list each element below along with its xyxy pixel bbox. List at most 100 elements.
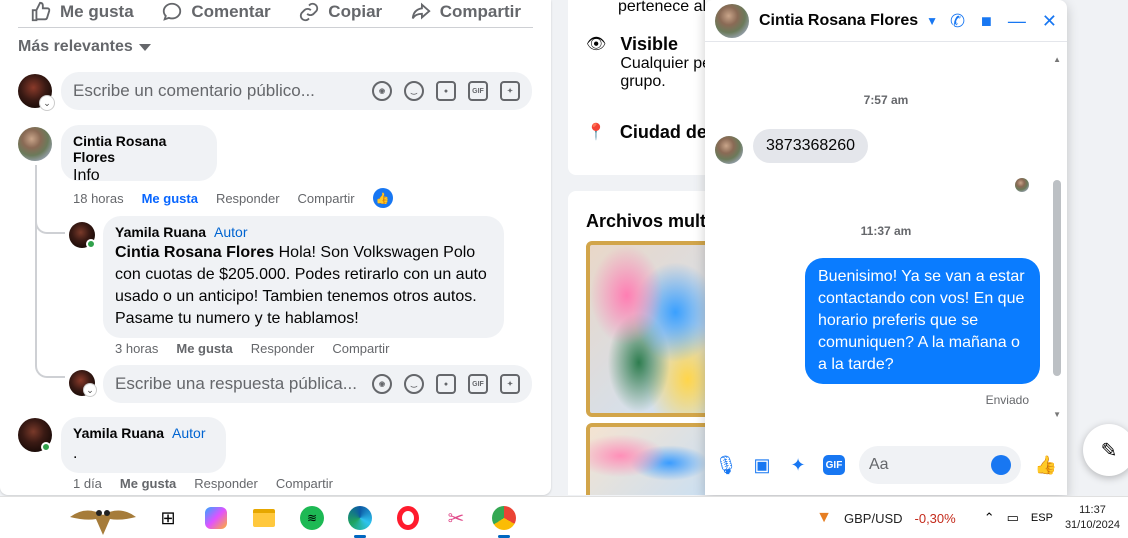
link-icon <box>300 2 319 21</box>
task-view-icon[interactable]: ⊞ <box>150 500 186 536</box>
replier-name[interactable]: Yamila Ruana <box>115 224 206 240</box>
system-tray: ▼ GBP/USD -0,30% ⌃ ▭ ESP 11:37 31/10/202… <box>816 497 1120 538</box>
comment-reply-button[interactable]: Responder <box>194 476 258 491</box>
camera-icon[interactable]: ● <box>436 81 456 101</box>
sticker-icon[interactable]: ✦ <box>787 454 809 476</box>
contact-avatar-small[interactable] <box>715 136 743 164</box>
phone-icon[interactable]: ✆ <box>950 12 965 30</box>
message-input[interactable]: Aa <box>859 446 1021 484</box>
avatar-sticker-icon[interactable]: ◉ <box>372 81 392 101</box>
scroll-up-arrow-icon[interactable]: ▲ <box>1053 55 1061 64</box>
clock-time: 11:37 <box>1079 504 1106 516</box>
contact-name[interactable]: Cintia Rosana Flores <box>759 12 918 30</box>
emoji-icon[interactable] <box>991 455 1011 475</box>
network-icon[interactable]: ▭ <box>1007 510 1019 526</box>
author-badge: Autor <box>214 224 248 240</box>
sticker-icon[interactable]: ✦ <box>500 374 520 394</box>
chat-header[interactable]: Cintia Rosana Flores ▼ ✆ ■ — ✕ <box>705 0 1067 42</box>
comment-share-button[interactable]: Compartir <box>276 476 333 491</box>
about-visible-row: 👁 Visible Cualquier pe grupo. <box>586 34 711 91</box>
like-action-button[interactable]: Me gusta <box>30 1 134 23</box>
gif-icon[interactable]: GIF <box>468 81 488 101</box>
outgoing-message[interactable]: Buenisimo! Ya se van a estar contactando… <box>805 258 1040 384</box>
group-about-card: pertenece al 👁 Visible Cualquier pe grup… <box>568 0 728 175</box>
incoming-message[interactable]: 3873368260 <box>753 129 868 163</box>
opera-icon[interactable] <box>390 500 426 536</box>
media-photo[interactable] <box>586 423 716 495</box>
reply-input[interactable]: Escribe una respuesta pública... ◉ ‿ ● G… <box>103 365 532 403</box>
chrome-icon[interactable] <box>486 500 522 538</box>
share-action-label: Compartir <box>439 1 521 21</box>
thread-connector <box>35 216 65 234</box>
camera-icon[interactable]: ● <box>436 374 456 394</box>
video-call-icon[interactable]: ■ <box>981 12 992 30</box>
comment-like-button[interactable]: Me gusta <box>120 476 176 491</box>
contact-avatar[interactable] <box>715 4 749 38</box>
new-message-button[interactable]: ✎ <box>1083 424 1128 476</box>
comment-reply-button[interactable]: Responder <box>216 191 280 206</box>
comment-time[interactable]: 1 día <box>73 476 102 491</box>
microphone-icon[interactable]: 🎙 <box>715 454 738 476</box>
share-icon <box>411 2 431 20</box>
reply-reply-button[interactable]: Responder <box>251 341 315 356</box>
online-status-dot <box>86 239 96 249</box>
gif-icon[interactable]: GIF <box>468 374 488 394</box>
avatar-sticker-icon[interactable]: ◉ <box>372 374 392 394</box>
language-indicator[interactable]: ESP <box>1031 512 1053 524</box>
copy-action-button[interactable]: Copiar <box>298 1 382 23</box>
commenter-name[interactable]: Yamila Ruana <box>73 425 164 441</box>
message-input-placeholder: Aa <box>869 456 889 473</box>
comment-bubble: Yamila Ruana Autor . <box>61 417 226 473</box>
mention-link[interactable]: Cintia Rosana Flores <box>115 244 274 261</box>
owl-wallpaper-widget[interactable] <box>68 499 138 537</box>
comment-input[interactable]: Escribe un comentario público... ◉ ‿ ● G… <box>61 72 532 110</box>
comment-sort-dropdown[interactable]: Más relevantes <box>18 38 151 56</box>
emoji-icon[interactable]: ‿ <box>404 374 424 394</box>
chevron-down-icon[interactable]: ▼ <box>926 14 938 28</box>
stock-ticker-name[interactable]: GBP/USD <box>844 511 903 526</box>
media-card: Archivos multi <box>568 191 728 495</box>
stock-ticker-value[interactable]: -0,30% <box>915 511 956 526</box>
compose-icon: ✎ <box>1100 439 1118 462</box>
about-privacy-row: pertenece al <box>586 0 706 16</box>
chevron-up-icon[interactable]: ⌃ <box>984 510 995 526</box>
commenter-name[interactable]: Cintia Rosana Flores <box>73 133 205 165</box>
thumbs-up-icon[interactable]: 👍 <box>1035 454 1057 476</box>
chevron-down-icon[interactable]: ⌄ <box>40 96 54 110</box>
chat-scrollbar[interactable] <box>1053 180 1061 376</box>
like-reaction-icon[interactable]: 👍 <box>372 188 393 208</box>
message-timestamp: 7:57 am <box>863 93 909 107</box>
copilot-icon[interactable] <box>198 500 234 536</box>
commenter-avatar[interactable] <box>18 127 52 161</box>
reply-like-button[interactable]: Me gusta <box>176 341 232 356</box>
comment-text: Info <box>73 167 100 184</box>
media-title: Archivos multi <box>586 211 712 231</box>
about-text: pertenece al <box>618 0 707 15</box>
close-icon[interactable]: ✕ <box>1042 12 1057 30</box>
comment-share-button[interactable]: Compartir <box>298 191 355 206</box>
chevron-down-icon[interactable]: ⌄ <box>84 384 96 396</box>
reply-time[interactable]: 3 horas <box>115 341 158 356</box>
share-action-button[interactable]: Compartir <box>410 1 521 23</box>
edge-browser-icon[interactable] <box>342 500 378 538</box>
visible-text-line2: grupo. <box>620 73 666 90</box>
scroll-down-arrow-icon[interactable]: ▼ <box>1053 410 1061 419</box>
gif-icon[interactable]: GIF <box>823 455 845 475</box>
snipping-tool-icon[interactable]: ✂ <box>438 500 474 536</box>
visible-text-line1: Cualquier pe <box>620 55 712 72</box>
system-clock[interactable]: 11:37 31/10/2024 <box>1065 503 1120 533</box>
owl-icon <box>70 510 136 535</box>
file-explorer-icon[interactable] <box>246 500 282 536</box>
minimize-icon[interactable]: — <box>1008 12 1026 30</box>
message-timestamp: 11:37 am <box>860 224 912 238</box>
media-photo[interactable] <box>586 241 716 417</box>
emoji-icon[interactable]: ‿ <box>404 81 424 101</box>
spotify-icon[interactable]: ≋ <box>294 500 330 536</box>
comment-time[interactable]: 18 horas <box>73 191 124 206</box>
online-status-dot <box>41 442 51 452</box>
comment-like-button[interactable]: Me gusta <box>142 191 198 206</box>
reply-share-button[interactable]: Compartir <box>332 341 389 356</box>
sticker-icon[interactable]: ✦ <box>500 81 520 101</box>
comment-action-button[interactable]: Comentar <box>161 1 271 23</box>
image-icon[interactable]: ▣ <box>751 454 773 476</box>
